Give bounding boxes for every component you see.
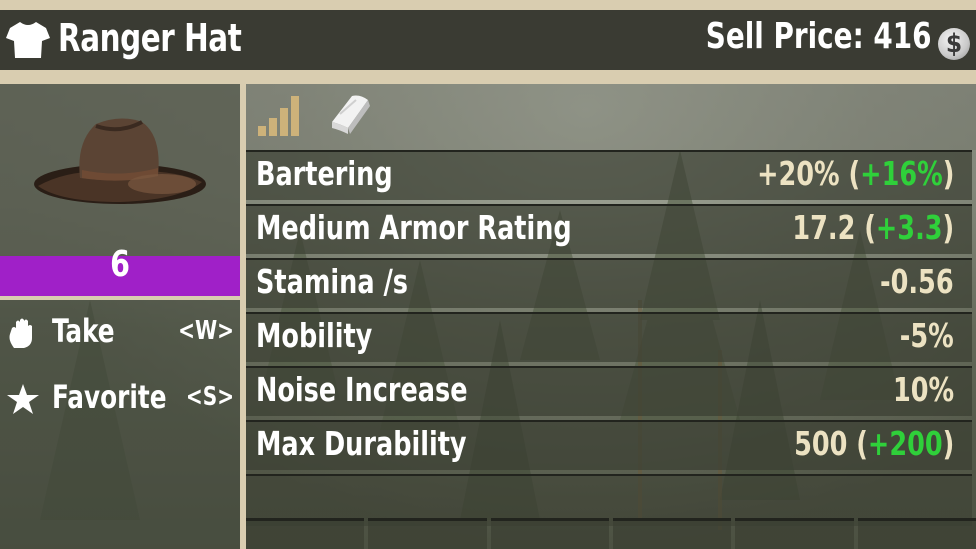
top-frame <box>0 0 976 10</box>
stat-value: -5% <box>900 316 954 355</box>
item-quantity: 6 <box>110 244 130 285</box>
stat-row-noise-increase: Noise Increase 10% <box>246 366 972 416</box>
stat-value: 10% <box>892 370 954 409</box>
stat-name: Noise Increase <box>256 370 468 409</box>
mod-slot[interactable] <box>246 518 365 549</box>
star-icon <box>7 384 39 414</box>
stat-row-medium-armor-rating: Medium Armor Rating 17.2 (+3.3) <box>246 204 972 254</box>
action-list: Take <W> Favorite <S> <box>0 300 240 549</box>
item-slot[interactable] <box>0 84 240 256</box>
stat-row-stamina: Stamina /s -0.56 <box>246 258 972 308</box>
mod-slots <box>246 518 976 549</box>
stat-row-max-durability: Max Durability 500 (+200) <box>246 420 972 470</box>
favorite-hotkey: <S> <box>185 382 234 412</box>
header-divider <box>0 70 976 84</box>
stat-value: 500 (+200) <box>793 424 954 463</box>
shirt-icon <box>6 22 50 58</box>
favorite-button[interactable]: Favorite <S> <box>0 374 240 424</box>
mod-slot[interactable] <box>612 518 732 549</box>
stat-row-mobility: Mobility -5% <box>246 312 972 362</box>
stat-name: Stamina /s <box>256 262 408 301</box>
quality-bars-icon[interactable] <box>256 94 302 138</box>
take-hotkey: <W> <box>178 316 234 346</box>
stat-name: Mobility <box>256 316 373 355</box>
mod-slot[interactable] <box>735 518 854 549</box>
favorite-label: Favorite <box>52 378 167 416</box>
book-icon[interactable] <box>326 92 374 138</box>
item-header: Ranger Hat Sell Price: 416 $ <box>0 10 976 70</box>
stat-value: -0.56 <box>880 262 954 301</box>
stat-value: 17.2 (+3.3) <box>792 208 954 247</box>
ranger-hat-icon <box>34 118 206 204</box>
stat-row-bartering: Bartering +20% (+16%) <box>246 150 972 200</box>
stat-name: Bartering <box>256 154 393 193</box>
stat-name: Medium Armor Rating <box>256 208 572 247</box>
take-label: Take <box>52 312 115 350</box>
item-panel: 6 Take <W> Favorite <S> <box>0 84 240 549</box>
stat-value: +20% (+16%) <box>756 154 954 193</box>
mod-slot[interactable] <box>368 518 487 549</box>
stats-panel: Bartering +20% (+16%) Medium Armor Ratin… <box>246 84 976 549</box>
stat-list: Bartering +20% (+16%) Medium Armor Ratin… <box>246 150 976 530</box>
mod-slot[interactable] <box>857 518 976 549</box>
dukes-coin-icon: $ <box>938 28 970 60</box>
item-title: Ranger Hat <box>58 16 242 60</box>
mod-slot[interactable] <box>490 518 609 549</box>
take-button[interactable]: Take <W> <box>0 308 240 358</box>
hand-icon <box>9 318 32 348</box>
stat-name: Max Durability <box>256 424 467 463</box>
info-icon-row <box>246 84 976 150</box>
sell-price: Sell Price: 416 <box>706 16 932 57</box>
